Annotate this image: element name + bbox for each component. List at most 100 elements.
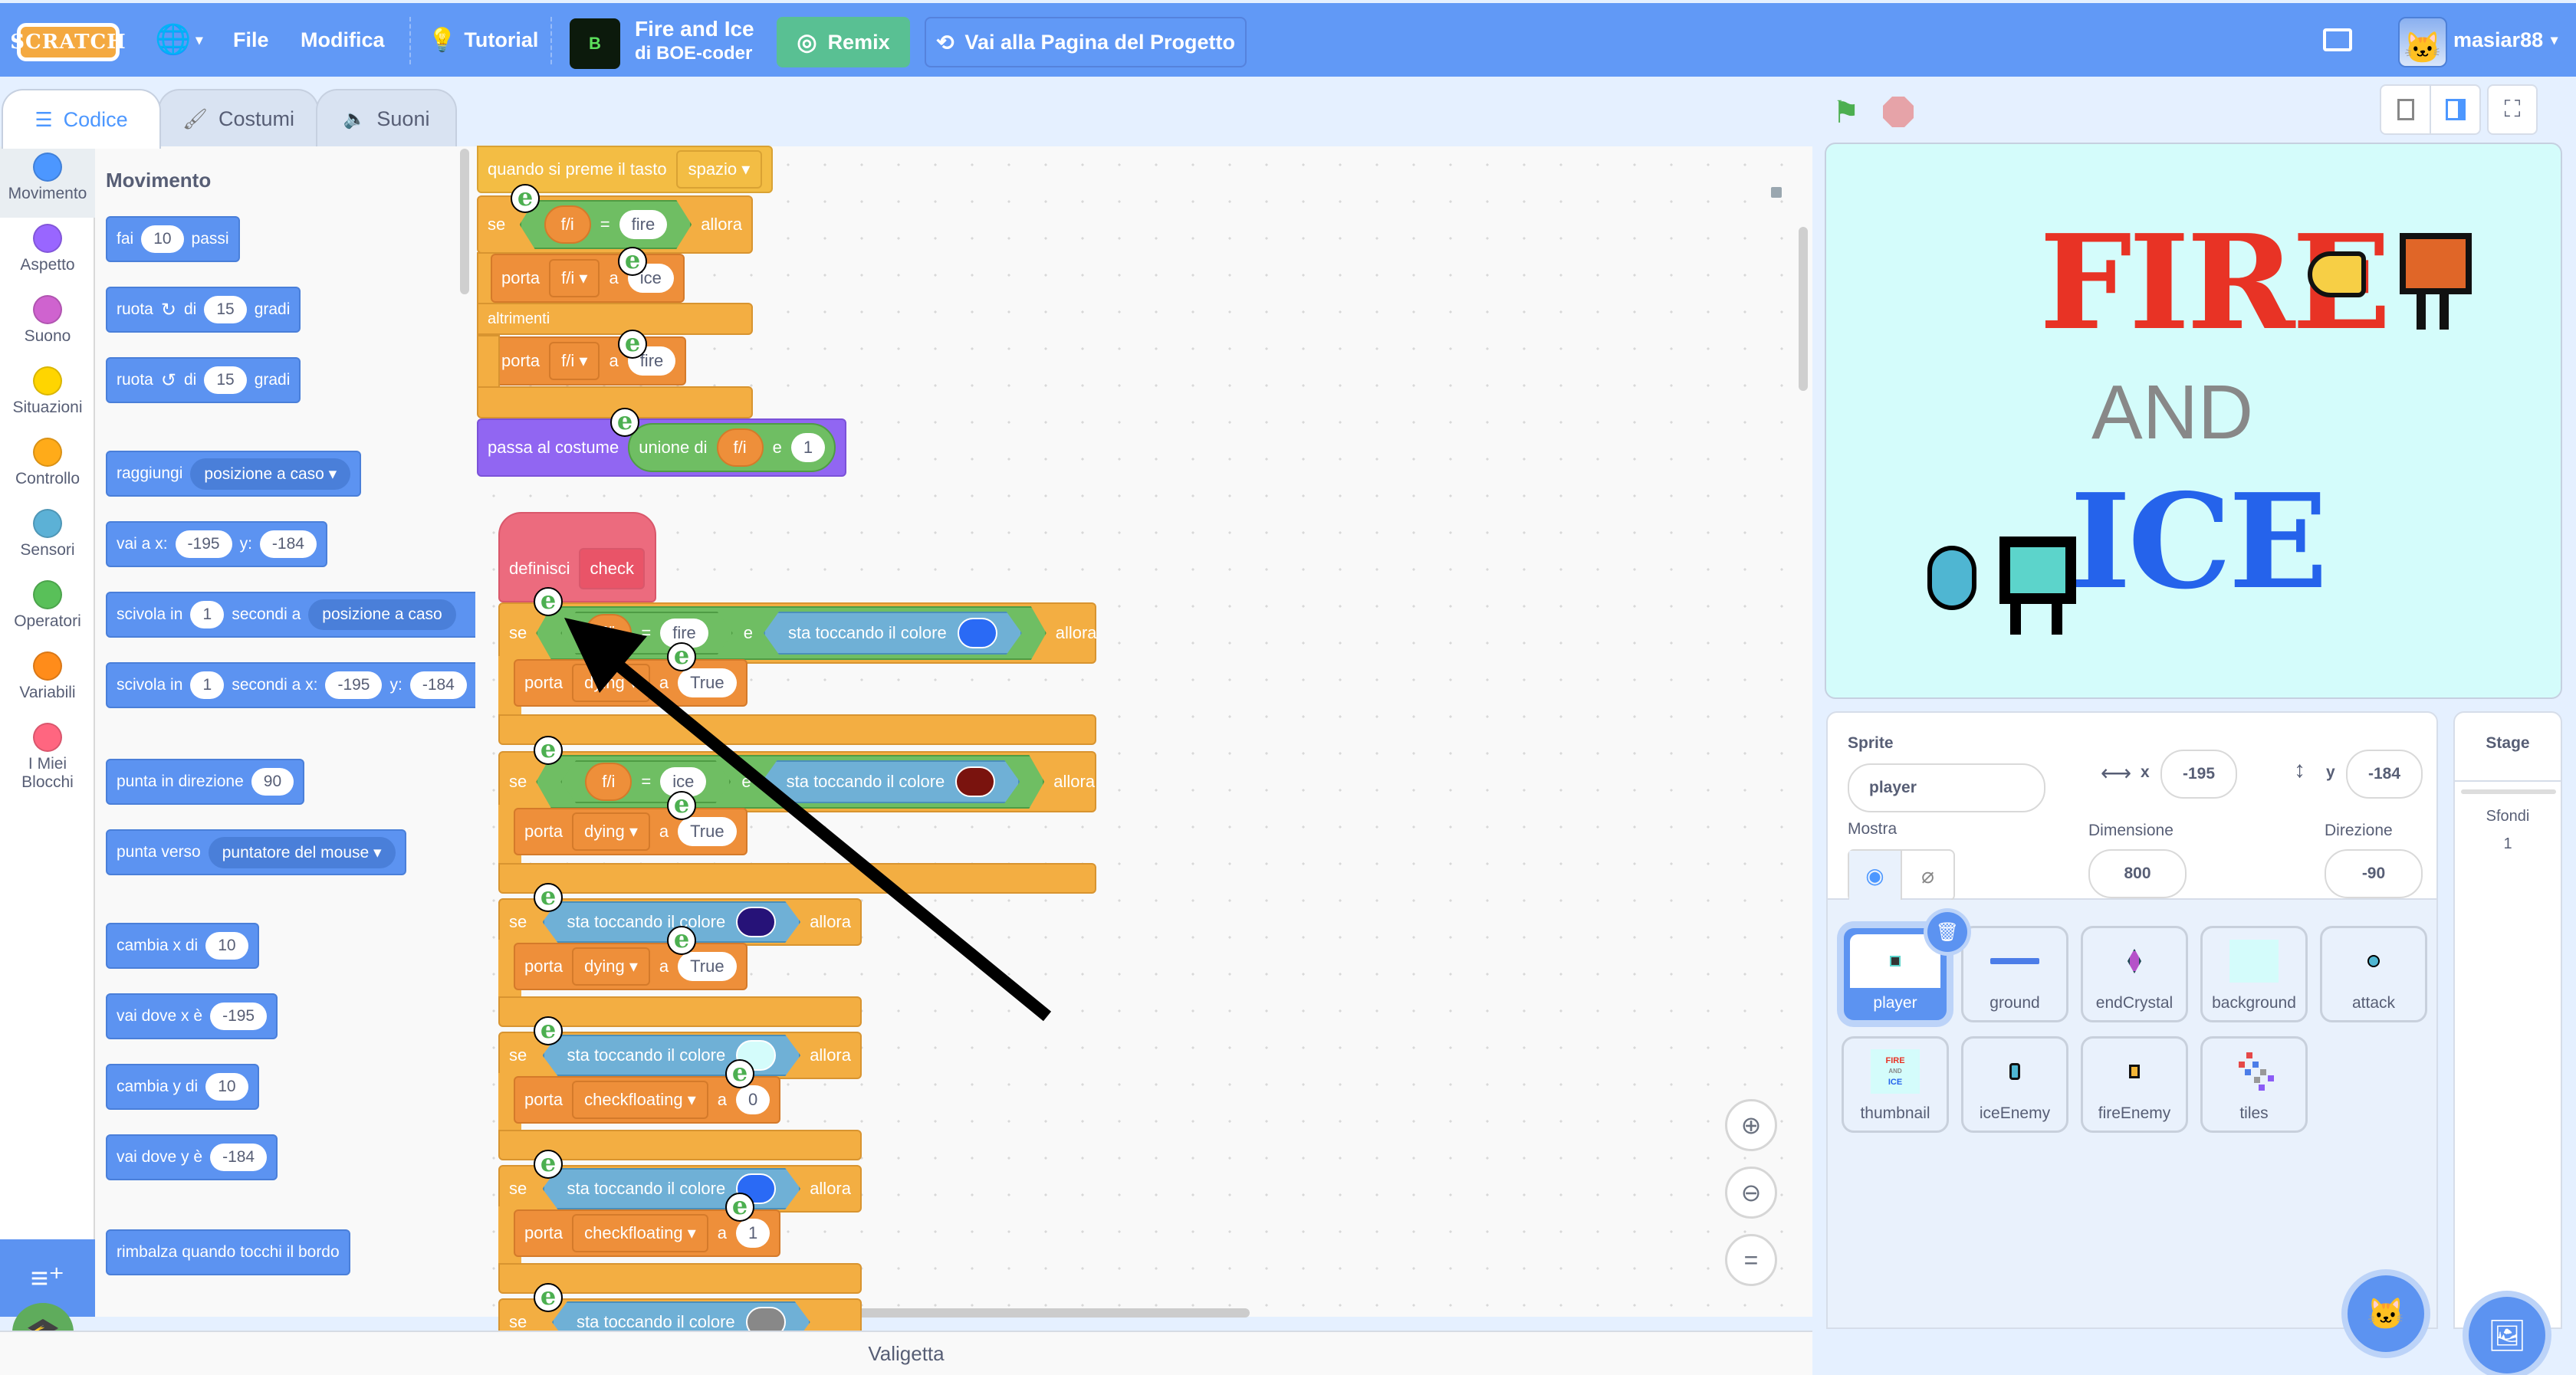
- x-input[interactable]: -195: [2160, 750, 2237, 799]
- equals-operator[interactable]: f/i = ice: [560, 760, 731, 803]
- y-input[interactable]: -184: [2346, 750, 2423, 799]
- switch-costume-block[interactable]: passa al costume unione di f/i e 1: [477, 418, 847, 477]
- block-input[interactable]: 1: [190, 601, 225, 628]
- hide-button[interactable]: ⌀: [1902, 851, 1953, 900]
- category-variables[interactable]: Variabili: [0, 645, 95, 717]
- variable-dropdown[interactable]: f/i ▾: [549, 342, 600, 380]
- block-input[interactable]: 0: [735, 1085, 770, 1114]
- block-set-x[interactable]: vai dove x è -195: [106, 993, 278, 1039]
- define-block[interactable]: definisci check: [498, 512, 656, 602]
- block-input[interactable]: 1: [735, 1219, 770, 1248]
- green-flag-button[interactable]: ⚑: [1832, 95, 1860, 130]
- block-input[interactable]: True: [678, 952, 737, 981]
- category-looks[interactable]: Aspetto: [0, 218, 95, 289]
- block-dropdown[interactable]: posizione a caso: [308, 599, 456, 630]
- set-variable-block[interactable]: porta f/i ▾ a ice: [491, 254, 685, 303]
- block-change-x[interactable]: cambia x di 10: [106, 923, 259, 969]
- zoom-in-button[interactable]: ⊕: [1725, 1099, 1777, 1151]
- remix-button[interactable]: ◎ Remix: [777, 17, 910, 67]
- set-variable-block[interactable]: porta dying ▾ a True: [514, 659, 748, 707]
- choose-sprite-button[interactable]: 🐱: [2348, 1275, 2424, 1352]
- avatar[interactable]: 🐱: [2398, 17, 2447, 67]
- variable-dropdown[interactable]: dying ▾: [572, 664, 650, 702]
- color-swatch[interactable]: [955, 766, 995, 797]
- choose-backdrop-button[interactable]: 🖼: [2469, 1297, 2545, 1373]
- category-events[interactable]: Situazioni: [0, 360, 95, 432]
- sprite-tile-ground[interactable]: ground: [1961, 926, 2068, 1022]
- variable-dropdown[interactable]: dying ▾: [572, 947, 650, 986]
- block-input[interactable]: -195: [325, 671, 383, 699]
- touching-color-block[interactable]: sta toccando il colore: [764, 612, 1022, 655]
- key-dropdown[interactable]: spazio ▾: [675, 150, 763, 189]
- block-turn-right[interactable]: ruota ↻ di 15 gradi: [106, 287, 301, 333]
- and-operator[interactable]: f/i = ice e sta toccando il colore: [536, 755, 1044, 809]
- sprite-name-input[interactable]: player: [1848, 763, 2045, 812]
- variable-reporter[interactable]: f/i: [716, 428, 764, 467]
- block-goto-xy[interactable]: vai a x: -195 y: -184: [106, 521, 327, 567]
- tab-costumes[interactable]: 🖌 Costumi: [158, 89, 319, 147]
- category-my-blocks[interactable]: I Miei Blocchi: [0, 717, 95, 801]
- category-motion[interactable]: Movimento: [0, 146, 95, 218]
- zoom-out-button[interactable]: ⊖: [1725, 1167, 1777, 1219]
- touching-color-block[interactable]: sta toccando il colore: [543, 1168, 801, 1209]
- small-stage-button[interactable]: [2381, 86, 2431, 133]
- large-stage-button[interactable]: [2431, 86, 2479, 133]
- project-author[interactable]: di BOE-coder: [635, 43, 754, 64]
- palette-scrollbar[interactable]: [460, 149, 469, 294]
- block-input[interactable]: 10: [141, 225, 184, 253]
- block-turn-left[interactable]: ruota ↺ di 15 gradi: [106, 357, 301, 403]
- set-variable-block[interactable]: porta dying ▾ a True: [514, 943, 748, 990]
- variable-reporter[interactable]: f/i: [585, 614, 632, 652]
- variable-reporter[interactable]: f/i: [544, 205, 591, 244]
- block-set-y[interactable]: vai dove y è -184: [106, 1134, 278, 1180]
- block-input[interactable]: -184: [210, 1144, 268, 1171]
- workspace-vertical-scrollbar[interactable]: [1799, 227, 1808, 391]
- stop-button[interactable]: [1883, 97, 1914, 127]
- category-operators[interactable]: Operatori: [0, 574, 95, 645]
- stage-target-pane[interactable]: Stage Sfondi 1 🖼: [2453, 711, 2562, 1373]
- tab-code[interactable]: ☰ Codice: [2, 89, 161, 149]
- block-bounce[interactable]: rimbalza quando tocchi il bordo: [106, 1229, 350, 1275]
- equals-operator[interactable]: f/i = fire: [560, 612, 733, 655]
- direction-input[interactable]: -90: [2325, 849, 2423, 898]
- set-variable-block[interactable]: porta f/i ▾ a fire: [491, 336, 687, 386]
- sprite-tile-endcrystal[interactable]: endCrystal: [2081, 926, 2188, 1022]
- language-menu[interactable]: 🌐 ▾: [155, 3, 202, 77]
- block-input[interactable]: 10: [205, 1073, 248, 1101]
- block-input[interactable]: 15: [204, 366, 247, 394]
- block-input[interactable]: True: [678, 817, 737, 846]
- block-input[interactable]: -195: [175, 530, 232, 558]
- sprite-tile-fireenemy[interactable]: fireEnemy: [2081, 1036, 2188, 1133]
- sprite-tile-tiles[interactable]: tiles: [2200, 1036, 2308, 1133]
- sprite-tile-thumbnail[interactable]: FIRE AND ICE thumbnail: [1842, 1036, 1949, 1133]
- block-input[interactable]: fire: [619, 210, 668, 239]
- tutorial-button[interactable]: 💡 Tutorial: [428, 3, 538, 77]
- tab-sounds[interactable]: 🔈 Suoni: [316, 89, 457, 147]
- variable-dropdown[interactable]: checkfloating ▾: [572, 1081, 708, 1119]
- touching-color-block[interactable]: sta toccando il colore: [762, 760, 1020, 803]
- block-input[interactable]: -195: [210, 1003, 268, 1030]
- stage-canvas[interactable]: FIRE AND ICE: [1825, 143, 2562, 699]
- color-swatch[interactable]: [958, 618, 997, 648]
- equals-operator[interactable]: f/i = fire: [520, 200, 692, 249]
- block-glide-to[interactable]: scivola in 1 secondi a posizione a caso: [106, 592, 481, 638]
- color-swatch[interactable]: [736, 907, 776, 937]
- if-block[interactable]: se f/i = fire e sta toccando il colore allora: [498, 602, 1097, 664]
- edit-menu[interactable]: Modifica: [301, 3, 385, 77]
- block-input[interactable]: -184: [259, 530, 317, 558]
- block-input[interactable]: 1: [790, 433, 826, 462]
- variable-dropdown[interactable]: f/i ▾: [549, 259, 600, 297]
- block-point-direction[interactable]: punta in direzione 90: [106, 759, 305, 805]
- block-point-towards[interactable]: punta verso puntatore del mouse ▾: [106, 829, 406, 875]
- join-operator[interactable]: unione di f/i e 1: [628, 423, 836, 472]
- account-menu[interactable]: masiar88 ▾: [2453, 3, 2558, 77]
- block-change-y[interactable]: cambia y di 10: [106, 1064, 259, 1110]
- category-control[interactable]: Controllo: [0, 432, 95, 503]
- delete-sprite-button[interactable]: 🗑: [1927, 912, 1967, 952]
- block-goto[interactable]: raggiungi posizione a caso ▾: [106, 451, 362, 497]
- if-block[interactable]: se f/i = ice e sta toccando il colore allora: [498, 751, 1096, 812]
- my-stuff-button[interactable]: [2323, 3, 2352, 77]
- and-operator[interactable]: f/i = fire e sta toccando il colore: [536, 606, 1046, 660]
- touching-color-block[interactable]: sta toccando il colore: [543, 1035, 801, 1076]
- block-move-steps[interactable]: fai 10 passi: [106, 216, 240, 262]
